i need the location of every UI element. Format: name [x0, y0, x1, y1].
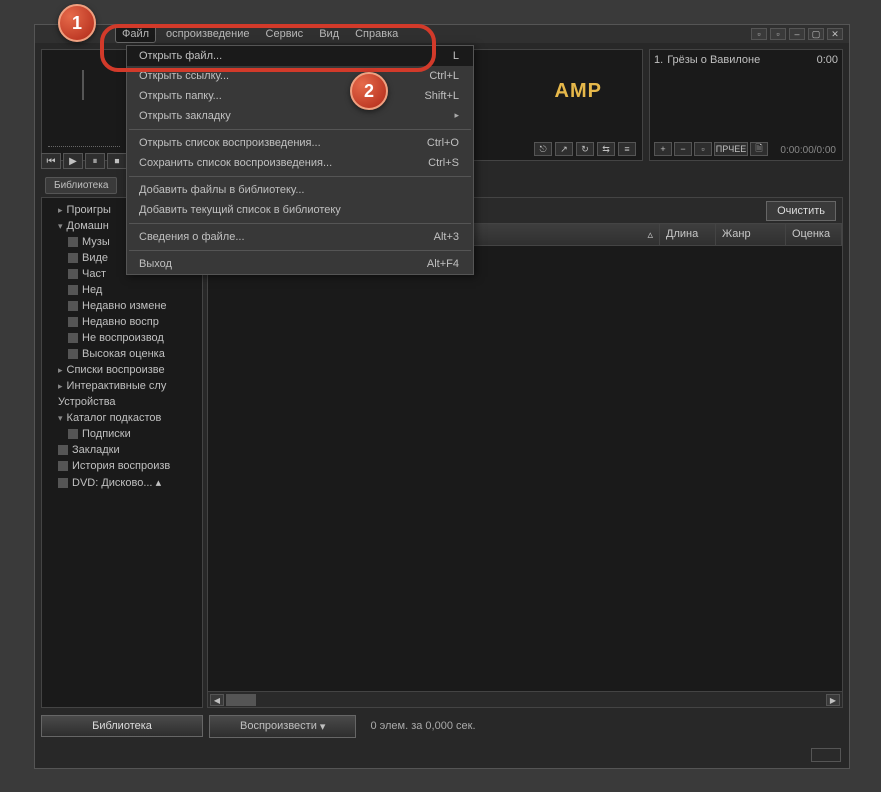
- menu-playback[interactable]: оспроизведение: [160, 26, 255, 42]
- horizontal-scrollbar[interactable]: ◀ ▶: [208, 691, 842, 707]
- visualizer-bar: [82, 70, 84, 100]
- center-btn-1[interactable]: ⎋: [534, 142, 552, 156]
- stop-button[interactable]: ⏹: [107, 153, 127, 169]
- menu-open-folder[interactable]: Открыть папку...Shift+L: [127, 86, 473, 106]
- menu-file-info[interactable]: Сведения о файле...Alt+3: [127, 227, 473, 247]
- bottom-bar: Библиотека Воспроизвести ▾ 0 элем. за 0,…: [41, 714, 843, 738]
- tree-not-played[interactable]: Не воспроизвод: [44, 330, 200, 346]
- menu-service[interactable]: Сервис: [260, 26, 310, 42]
- menu-separator: [129, 129, 471, 130]
- pl-add-button[interactable]: +: [654, 142, 672, 156]
- col-genre[interactable]: Жанр: [716, 224, 786, 245]
- tree-devices[interactable]: Устройства: [44, 394, 200, 410]
- menu-bar: Файл оспроизведение Сервис Вид Справка: [35, 25, 849, 43]
- annotation-badge-2: 2: [350, 72, 388, 110]
- window-controls: ▫ ▫ – ▢ ✕: [751, 28, 843, 40]
- center-btn-4[interactable]: ⇆: [597, 142, 615, 156]
- tree-recent[interactable]: Нед: [44, 282, 200, 298]
- col-rating[interactable]: Оценка: [786, 224, 842, 245]
- library-header-tab[interactable]: Библиотека: [45, 177, 117, 194]
- pl-list-button[interactable]: 🗎: [750, 142, 768, 156]
- prev-button[interactable]: ⏮: [41, 153, 61, 169]
- clear-button[interactable]: Очистить: [766, 201, 836, 221]
- playlist-buttons: + − ▫ ПРЧЕЕ 🗎: [654, 142, 768, 156]
- play-button[interactable]: ▶: [63, 153, 83, 169]
- tree-history[interactable]: История воспроизв: [44, 458, 200, 474]
- pl-remove-button[interactable]: −: [674, 142, 692, 156]
- menu-add-files[interactable]: Добавить файлы в библиотеку...: [127, 180, 473, 200]
- visualizer-panel: [41, 49, 127, 161]
- center-btn-5[interactable]: ≡: [618, 142, 636, 156]
- playlist-item-num: 1.: [654, 54, 663, 66]
- playlist-item[interactable]: 1. Грёзы о Вавилоне 0:00: [654, 54, 838, 66]
- library-button[interactable]: Библиотека: [41, 715, 203, 737]
- dropdown-arrow-icon: ▾: [320, 720, 326, 733]
- center-btn-3[interactable]: ↻: [576, 142, 594, 156]
- menu-separator: [129, 223, 471, 224]
- winbtn-a[interactable]: ▫: [751, 28, 767, 40]
- tree-bookmarks[interactable]: Закладки: [44, 442, 200, 458]
- tree-dvd-arrow: ▴: [156, 477, 162, 489]
- resize-grip[interactable]: [811, 748, 841, 762]
- play-selected-button[interactable]: Воспроизвести ▾: [209, 715, 356, 738]
- file-menu-dropdown: Открыть файл...L Открыть ссылку...Ctrl+L…: [126, 45, 474, 275]
- tree-subscriptions[interactable]: Подписки: [44, 426, 200, 442]
- menu-separator: [129, 176, 471, 177]
- maximize-button[interactable]: ▢: [808, 28, 824, 40]
- brand-logo: AMP: [555, 80, 602, 103]
- menu-save-playlist[interactable]: Сохранить список воспроизведения...Ctrl+…: [127, 153, 473, 173]
- playlist-timecode: 0:00:00/0:00: [780, 145, 836, 156]
- playlist-item-time: 0:00: [817, 54, 838, 66]
- tree-interactive[interactable]: Интерактивные слу: [44, 378, 200, 394]
- playlist-panel: 1. Грёзы о Вавилоне 0:00 + − ▫ ПРЧЕЕ 🗎 0…: [649, 49, 843, 161]
- menu-open-bookmark[interactable]: Открыть закладку: [127, 106, 473, 126]
- menu-help[interactable]: Справка: [349, 26, 404, 42]
- menu-separator: [129, 250, 471, 251]
- winbtn-b[interactable]: ▫: [770, 28, 786, 40]
- center-btn-2[interactable]: ↗: [555, 142, 573, 156]
- menu-add-current[interactable]: Добавить текущий список в библиотеку: [127, 200, 473, 220]
- pause-button[interactable]: ⏸: [85, 153, 105, 169]
- tree-recent-played[interactable]: Недавно воспр: [44, 314, 200, 330]
- sort-indicator-icon: ▵: [647, 228, 653, 241]
- pl-sel-button[interactable]: ▫: [694, 142, 712, 156]
- menu-exit[interactable]: ВыходAlt+F4: [127, 254, 473, 274]
- menu-open-playlist[interactable]: Открыть список воспроизведения...Ctrl+O: [127, 133, 473, 153]
- minimize-button[interactable]: –: [789, 28, 805, 40]
- menu-open-file[interactable]: Открыть файл...L: [127, 46, 473, 66]
- pl-misc-button[interactable]: ПРЧЕЕ: [714, 142, 748, 156]
- scroll-thumb[interactable]: [226, 694, 256, 706]
- status-text: 0 элем. за 0,000 сек.: [362, 720, 475, 732]
- playlist-item-title: Грёзы о Вавилоне: [663, 54, 816, 66]
- tree-playlists[interactable]: Списки воспроизве: [44, 362, 200, 378]
- tree-dvd[interactable]: DVD: Дисково... ▴: [44, 474, 200, 491]
- center-buttons: ⎋ ↗ ↻ ⇆ ≡: [534, 142, 636, 156]
- tree-recent-modified[interactable]: Недавно измене: [44, 298, 200, 314]
- tree-podcasts[interactable]: Каталог подкастов: [44, 410, 200, 426]
- transport-controls: ⏮ ▶ ⏸ ⏹: [41, 153, 127, 169]
- scroll-left-icon[interactable]: ◀: [210, 694, 224, 706]
- menu-open-url: Открыть ссылку...Ctrl+L: [127, 66, 473, 86]
- close-button[interactable]: ✕: [827, 28, 843, 40]
- scroll-right-icon[interactable]: ▶: [826, 694, 840, 706]
- col-length[interactable]: Длина: [660, 224, 716, 245]
- annotation-badge-1: 1: [58, 4, 96, 42]
- menu-view[interactable]: Вид: [313, 26, 345, 42]
- visualizer-dots: [48, 146, 120, 152]
- tree-high-rated[interactable]: Высокая оценка: [44, 346, 200, 362]
- menu-file[interactable]: Файл: [115, 25, 156, 43]
